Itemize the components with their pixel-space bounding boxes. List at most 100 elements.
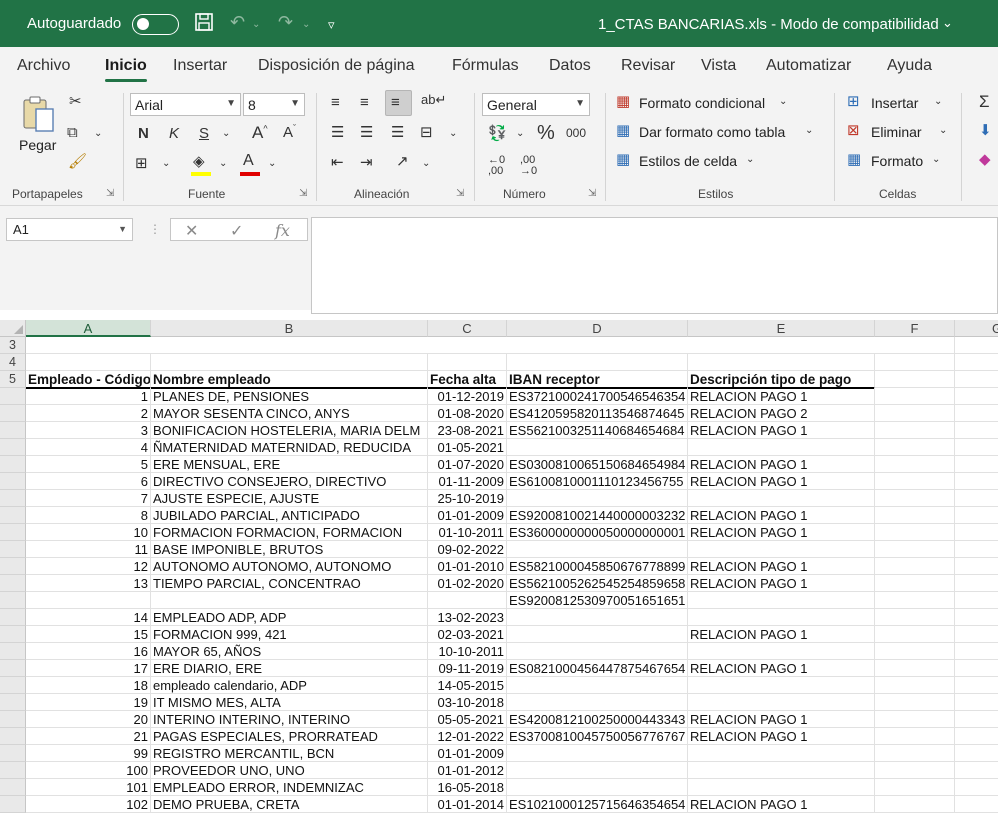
fill-color-icon[interactable]: ◈ [191,154,211,176]
cell-code[interactable]: 10 [26,524,151,541]
cell[interactable] [955,473,998,490]
select-all-corner[interactable] [0,320,26,337]
cell[interactable] [955,388,998,405]
cell-desc[interactable]: RELACION PAGO 1 [688,388,875,405]
cell-date[interactable]: 01-01-2014 [428,796,507,813]
cell[interactable] [955,711,998,728]
cell[interactable] [955,405,998,422]
column-header-f[interactable]: F [875,320,955,337]
cell[interactable] [26,354,151,371]
undo-dropdown-icon[interactable]: ⌄ [252,19,260,30]
table-dropdown-icon[interactable]: ⌄ [805,126,813,136]
cell[interactable] [875,541,955,558]
cell-iban[interactable] [507,762,688,779]
cell-name[interactable]: AUTONOMO AUTONOMO, AUTONOMO [151,558,428,575]
cell-desc[interactable]: RELACION PAGO 1 [688,456,875,473]
cell-name[interactable]: DIRECTIVO CONSEJERO, DIRECTIVO [151,473,428,490]
tab-disposicion[interactable]: Disposición de página [258,57,415,75]
cell[interactable] [875,337,955,354]
clear-icon[interactable]: ◆ [979,152,991,167]
cell-code[interactable]: 102 [26,796,151,813]
cell-desc[interactable]: RELACION PAGO 1 [688,558,875,575]
cell-styles-dropdown-icon[interactable]: ⌄ [746,155,754,165]
cell-date[interactable]: 02-03-2021 [428,626,507,643]
cell-desc[interactable] [688,694,875,711]
cell[interactable] [955,490,998,507]
cell[interactable] [875,660,955,677]
cell-date[interactable]: 01-05-2021 [428,439,507,456]
tab-formulas[interactable]: Fórmulas [452,57,519,75]
paste-label[interactable]: Pegar [19,137,56,153]
increase-indent-icon[interactable]: ⇥ [360,155,373,170]
cell-date[interactable]: 16-05-2018 [428,779,507,796]
cell[interactable] [955,626,998,643]
cell-date[interactable]: 01-01-2012 [428,762,507,779]
cell-desc[interactable]: RELACION PAGO 1 [688,660,875,677]
cell-iban[interactable] [507,643,688,660]
cell-name[interactable]: empleado calendario, ADP [151,677,428,694]
cell-desc[interactable] [688,745,875,762]
cell[interactable] [955,439,998,456]
decrease-font-icon[interactable]: Aˇ [283,124,296,141]
cell-iban[interactable] [507,490,688,507]
cell[interactable] [428,354,507,371]
cell-code[interactable]: 13 [26,575,151,592]
cell-name[interactable]: ERE DIARIO, ERE [151,660,428,677]
align-top-icon[interactable]: ≡ [331,95,340,110]
cell-date[interactable]: 01-11-2009 [428,473,507,490]
increase-decimal-icon[interactable]: ←0,00 [488,155,505,177]
percent-icon[interactable]: % [537,123,555,143]
fill-dropdown-icon[interactable]: ⌄ [219,159,227,169]
cell-code[interactable]: 18 [26,677,151,694]
cell-code[interactable]: 14 [26,609,151,626]
cell-date[interactable]: 25-10-2019 [428,490,507,507]
cell-name[interactable]: ÑMATERNIDAD MATERNIDAD, REDUCIDA [151,439,428,456]
insert-cells-icon[interactable]: ⊞ [847,94,860,109]
font-color-dropdown-icon[interactable]: ⌄ [268,159,276,169]
cell[interactable] [875,609,955,626]
format-dropdown-icon[interactable]: ⌄ [932,155,940,165]
autosave-toggle[interactable] [132,14,179,35]
row-header[interactable] [0,796,26,813]
format-as-table-button[interactable]: Dar formato como tabla [639,124,785,140]
cell[interactable] [875,507,955,524]
cell-date[interactable]: 03-10-2018 [428,694,507,711]
cell-date[interactable]: 09-02-2022 [428,541,507,558]
customize-icon[interactable]: ▿ [328,17,335,33]
cell-iban[interactable] [507,694,688,711]
tab-ayuda[interactable]: Ayuda [887,57,932,75]
cell-code[interactable]: 2 [26,405,151,422]
merge-dropdown-icon[interactable]: ⌄ [449,129,457,139]
conditional-format-button[interactable]: Formato condicional [639,95,765,111]
cell-name[interactable]: PLANES DE, PENSIONES [151,388,428,405]
bold-button[interactable]: N [138,126,149,141]
enter-icon[interactable]: ✓ [230,221,243,241]
cell-name[interactable]: PROVEEDOR UNO, UNO [151,762,428,779]
cell-iban[interactable] [507,626,688,643]
alineacion-launcher-icon[interactable]: ⇲ [456,188,464,199]
cell[interactable] [875,490,955,507]
font-size-combo[interactable]: 8 ▼ [243,93,305,116]
cell-date[interactable]: 01-07-2020 [428,456,507,473]
cell[interactable] [955,609,998,626]
row-header[interactable] [0,507,26,524]
cell-code[interactable]: 6 [26,473,151,490]
cell-iban[interactable]: ES9200812530970051651651 [507,592,688,609]
cell[interactable] [151,354,428,371]
cell[interactable] [955,745,998,762]
cell-iban[interactable] [507,779,688,796]
row-header[interactable] [0,558,26,575]
cell-name[interactable]: FORMACION 999, 421 [151,626,428,643]
cell-code[interactable]: 21 [26,728,151,745]
cell-desc[interactable] [688,762,875,779]
orientation-dropdown-icon[interactable]: ⌄ [422,159,430,169]
cell[interactable] [688,354,875,371]
column-title-2[interactable]: Nombre empleado [151,371,428,389]
column-header-d[interactable]: D [507,320,688,337]
cell-code[interactable]: 11 [26,541,151,558]
redo-icon[interactable]: ↷ [278,12,293,33]
cell-name[interactable]: INTERINO INTERINO, INTERINO [151,711,428,728]
cell-name[interactable] [151,592,428,609]
orientation-icon[interactable]: ↗ [396,154,409,169]
cell[interactable] [955,422,998,439]
